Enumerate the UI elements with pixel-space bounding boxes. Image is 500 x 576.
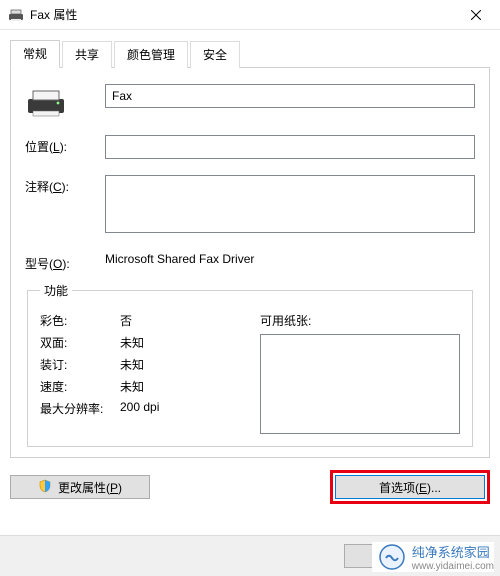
fax-icon [25,87,105,119]
shield-icon [38,479,52,496]
preferences-highlight: 首选项(E)... [330,470,490,504]
location-input[interactable] [105,135,475,159]
window-title: Fax 属性 [30,6,454,23]
model-label: 型号(O): [25,252,105,272]
feature-maxres: 最大分辨率: 200 dpi [40,400,240,417]
cancel-button[interactable]: 取消 [432,544,490,568]
change-properties-button[interactable]: 更改属性(P) [10,475,150,499]
comment-input[interactable] [105,175,475,233]
paper-label: 可用纸张: [260,312,460,329]
model-value: Microsoft Shared Fax Driver [105,252,475,266]
feature-duplex: 双面: 未知 [40,334,240,351]
comment-label: 注释(C): [25,175,105,195]
tab-security[interactable]: 安全 [190,41,240,68]
features-legend: 功能 [40,282,72,299]
button-row: 更改属性(P) 首选项(E)... [0,462,500,508]
feature-color: 彩色: 否 [40,312,240,329]
titlebar: Fax 属性 [0,0,500,30]
feature-staple: 装订: 未知 [40,356,240,373]
printer-name-input[interactable] [105,84,475,108]
feature-speed: 速度: 未知 [40,378,240,395]
dialog-footer: 确定 取消 [0,535,500,576]
tab-panel-general: 位置(L): 注释(C): 型号(O): Microsoft Shared Fa… [10,67,490,458]
fax-icon [8,7,24,23]
close-button[interactable] [454,0,498,30]
location-label: 位置(L): [25,135,105,155]
tab-color[interactable]: 颜色管理 [114,41,188,68]
tab-strip: 常规 共享 颜色管理 安全 [0,30,500,68]
close-icon [471,10,481,20]
printer-name-row [25,84,475,119]
comment-row: 注释(C): [25,175,475,236]
ok-button[interactable]: 确定 [344,544,424,568]
location-row: 位置(L): [25,135,475,159]
printer-icon-cell [25,84,105,119]
tab-general[interactable]: 常规 [10,40,60,68]
preferences-button[interactable]: 首选项(E)... [335,475,485,499]
paper-listbox[interactable] [260,334,460,434]
model-row: 型号(O): Microsoft Shared Fax Driver [25,252,475,272]
tab-sharing[interactable]: 共享 [62,41,112,68]
features-group: 功能 彩色: 否 双面: 未知 装订: 未知 速度: 未知 [27,282,473,447]
